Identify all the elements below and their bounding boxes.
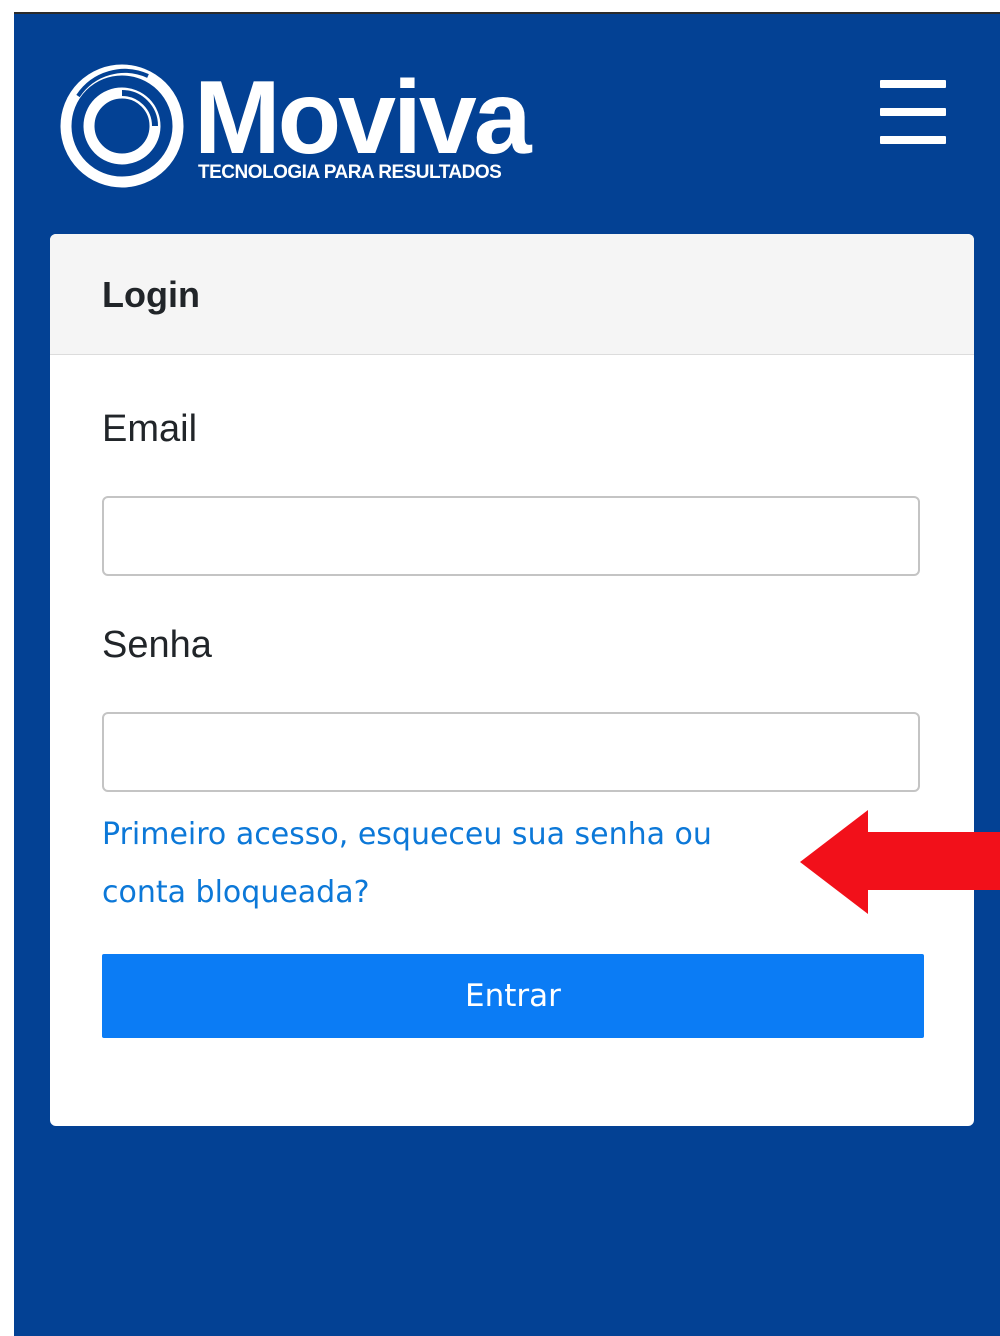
email-label: Email: [102, 408, 198, 450]
brand-tagline: TECNOLOGIA PARA RESULTADOS: [198, 162, 502, 183]
menu-button[interactable]: [876, 80, 948, 146]
brand-name: Moviva: [194, 60, 532, 176]
forgot-password-link[interactable]: Primeiro acesso, esqueceu sua senha ou c…: [102, 806, 802, 922]
navbar: Moviva TECNOLOGIA PARA RESULTADOS: [14, 14, 1000, 234]
moviva-logo-icon: [60, 64, 184, 188]
password-field[interactable]: [102, 712, 920, 792]
brand-logo[interactable]: Moviva TECNOLOGIA PARA RESULTADOS: [60, 62, 560, 212]
app-screen: Moviva TECNOLOGIA PARA RESULTADOS Login …: [14, 14, 1000, 1336]
password-label: Senha: [102, 624, 212, 666]
login-card-header: Login: [50, 234, 974, 355]
login-button[interactable]: Entrar: [102, 954, 924, 1038]
email-field[interactable]: [102, 496, 920, 576]
login-title: Login: [102, 274, 200, 315]
login-card: Login Email Senha Primeiro acesso, esque…: [50, 234, 974, 1126]
arrow-left-icon: [800, 810, 1000, 914]
